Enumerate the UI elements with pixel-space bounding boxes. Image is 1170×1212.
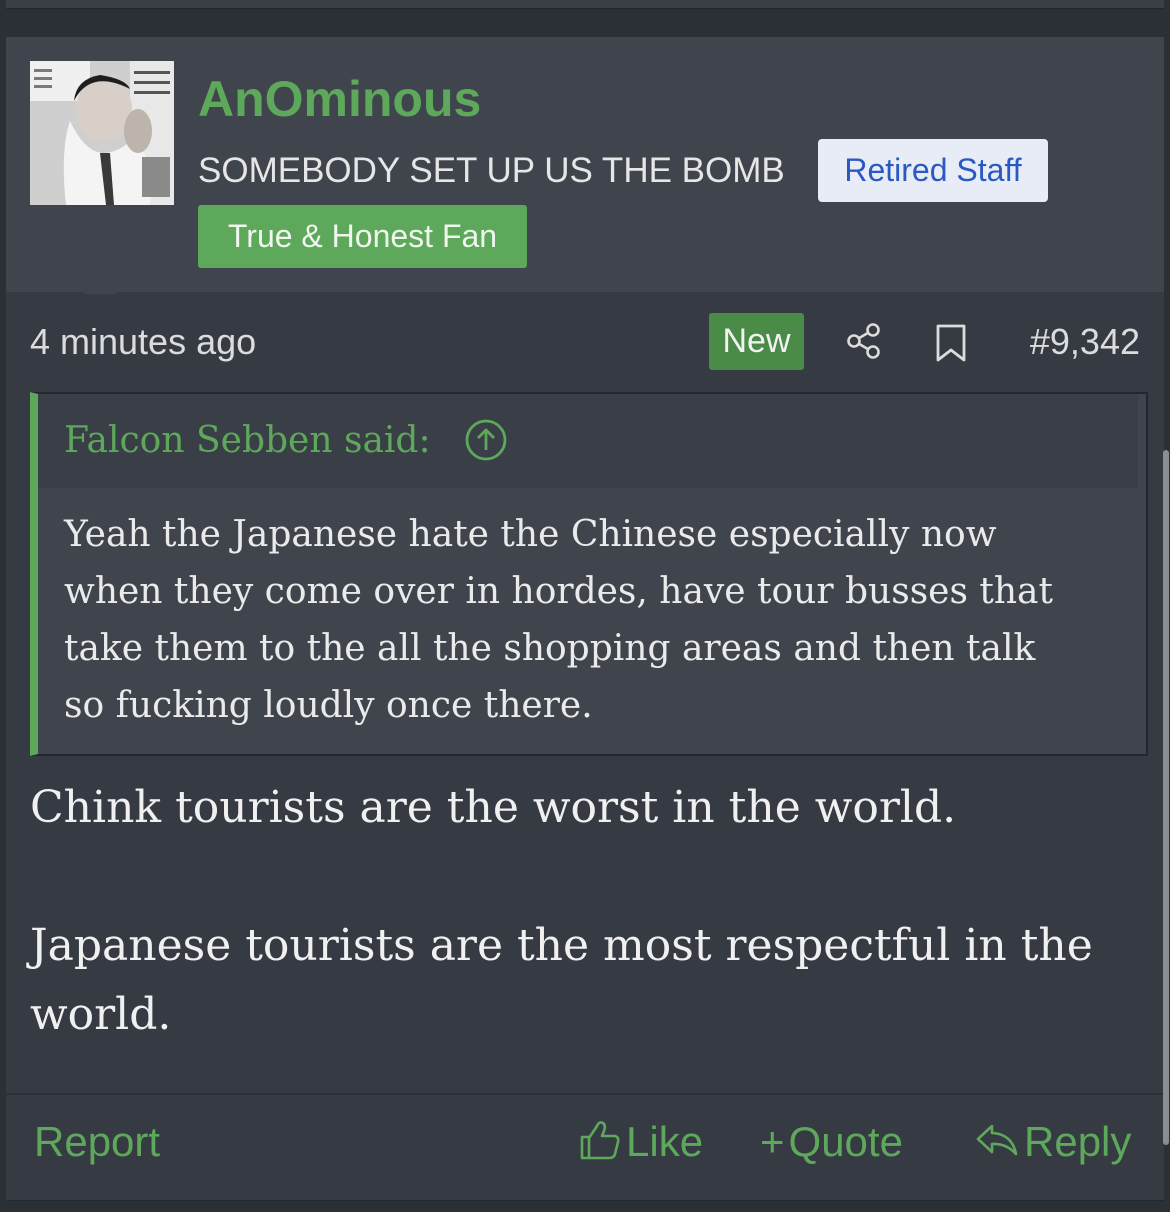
new-badge: New bbox=[709, 313, 804, 370]
forum-post: AnOminous SOMEBODY SET UP US THE BOMB Re… bbox=[6, 37, 1164, 1200]
previous-post-edge bbox=[6, 0, 1164, 9]
quote-line: when they come over in hordes, have tour… bbox=[64, 571, 1053, 612]
avatar[interactable] bbox=[30, 61, 174, 205]
reply-button[interactable]: Reply bbox=[974, 1115, 1131, 1169]
avatar-photo bbox=[30, 61, 174, 205]
reply-arrow-icon bbox=[976, 1124, 1018, 1156]
page: AnOminous SOMEBODY SET UP US THE BOMB Re… bbox=[0, 0, 1170, 1212]
scrollbar[interactable] bbox=[1163, 450, 1169, 1145]
post-author-header: AnOminous SOMEBODY SET UP US THE BOMB Re… bbox=[6, 37, 1164, 292]
post-timestamp[interactable]: 4 minutes ago bbox=[30, 317, 256, 367]
quote-label: Quote bbox=[788, 1118, 903, 1165]
quote-body: Yeah the Japanese hate the Chinese espec… bbox=[64, 506, 1124, 734]
quote-line: take them to the all the shopping areas … bbox=[64, 628, 1036, 669]
bookmark-icon[interactable] bbox=[934, 323, 968, 363]
report-label: Report bbox=[34, 1118, 161, 1165]
message-line: Chink tourists are the worst in the worl… bbox=[30, 782, 957, 833]
quote-button[interactable]: +Quote bbox=[760, 1115, 903, 1169]
share-icon[interactable] bbox=[844, 321, 884, 361]
author-username[interactable]: AnOminous bbox=[198, 69, 481, 129]
quote-header: Falcon Sebben said: bbox=[38, 394, 1138, 488]
author-title: SOMEBODY SET UP US THE BOMB bbox=[198, 151, 785, 190]
plus-icon: + bbox=[760, 1118, 785, 1165]
header-pointer bbox=[84, 278, 118, 294]
quote-line: so fucking loudly once there. bbox=[64, 685, 593, 726]
like-label: Like bbox=[626, 1118, 704, 1165]
message-line: world. bbox=[30, 989, 172, 1040]
post-actions: Report Like +Quote Reply bbox=[6, 1095, 1164, 1200]
message-line: Japanese tourists are the most respectfu… bbox=[30, 920, 1093, 971]
quote-author[interactable]: Falcon Sebben said: bbox=[64, 414, 431, 468]
quote-line: Yeah the Japanese hate the Chinese espec… bbox=[64, 514, 997, 555]
report-button[interactable]: Report bbox=[34, 1115, 160, 1169]
quote-block: Falcon Sebben said: Yeah the Japanese ha… bbox=[30, 392, 1148, 756]
thumbs-up-icon bbox=[580, 1121, 620, 1160]
retired-staff-badge: Retired Staff bbox=[818, 139, 1048, 202]
arrow-up-circle-icon[interactable] bbox=[464, 418, 508, 462]
reply-label: Reply bbox=[1024, 1118, 1132, 1165]
like-button[interactable]: Like bbox=[578, 1115, 703, 1169]
true-honest-fan-badge: True & Honest Fan bbox=[198, 205, 527, 268]
post-number-link[interactable]: #9,342 bbox=[996, 317, 1140, 367]
